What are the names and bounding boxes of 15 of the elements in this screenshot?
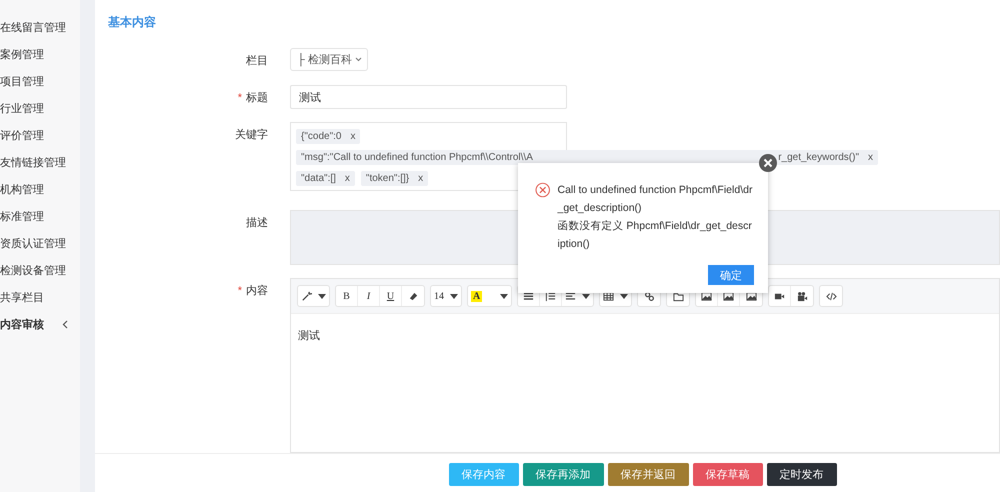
editor-text: 测试 (298, 330, 320, 342)
keyword-tag: {"code":0 x (296, 129, 360, 144)
section-title: 基本内容 (107, 14, 157, 31)
field-label: 栏目 (246, 55, 268, 67)
required-mark: * (238, 285, 242, 297)
keyword-tag: "data":[] x (296, 171, 355, 186)
keyword-tag: "token":[]} x (360, 171, 428, 186)
keyword-tag: "msg":"Call to undefined function Phpcmf\\Control\\A r_get_keywords()" x (296, 150, 878, 165)
field-label: 标题 (246, 92, 268, 104)
error-detail: 函数没有定义 Phpcmf\Field\dr_get_description() (558, 219, 753, 252)
field-label: 内容 (246, 285, 268, 297)
error-message: Call to undefined function Phpcmf\Field\dr_get_description() (558, 183, 754, 216)
required-mark: * (238, 92, 242, 104)
field-label: 关键字 (235, 129, 268, 141)
field-label: 描述 (246, 217, 268, 229)
